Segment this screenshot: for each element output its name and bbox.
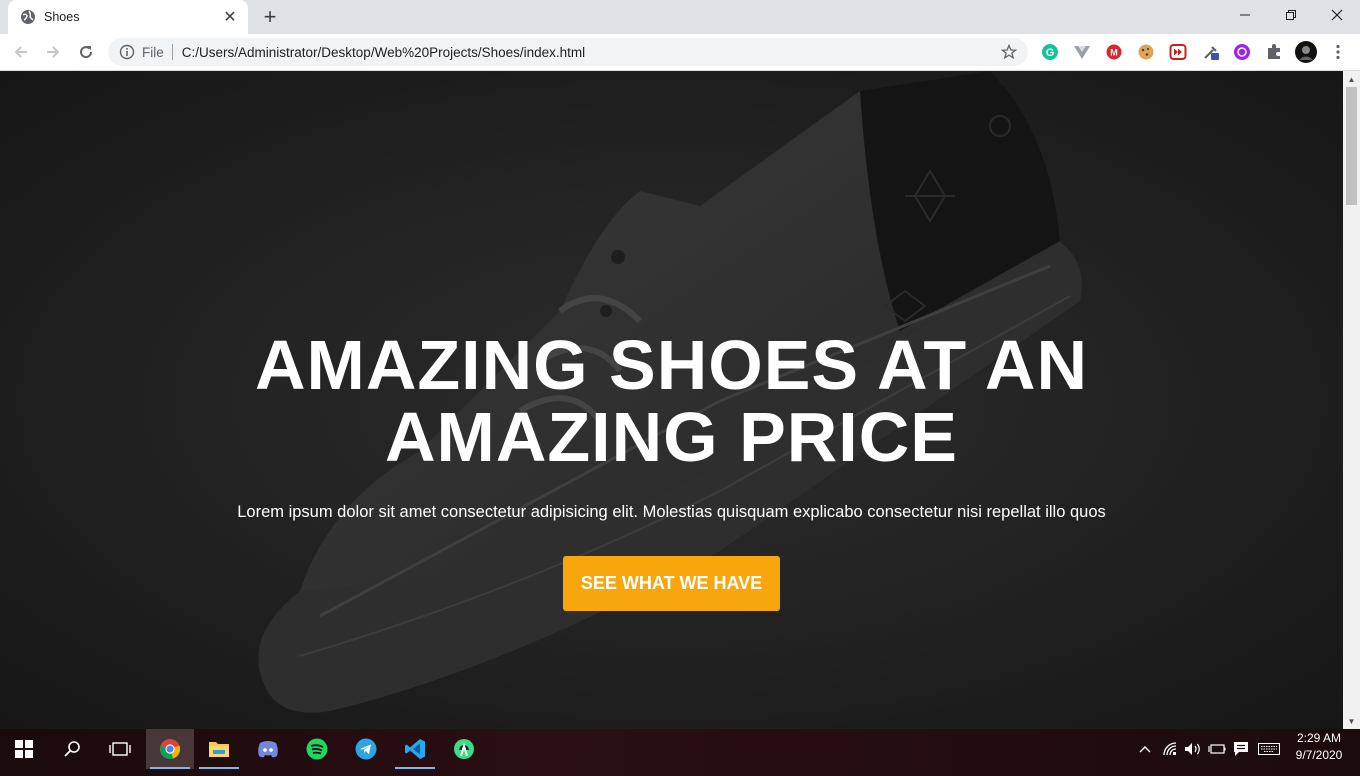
taskbar-chrome-icon[interactable] <box>146 729 194 769</box>
omnibox-divider <box>171 44 173 60</box>
system-clock[interactable]: 2:29 AM 9/7/2020 <box>1288 730 1350 764</box>
vue-devtools-icon[interactable] <box>1073 43 1091 61</box>
forward-arrow-icon[interactable] <box>38 37 68 67</box>
svg-text:M: M <box>1110 48 1118 58</box>
taskbar-spotify-icon[interactable] <box>293 729 341 769</box>
page-viewport: AMAZING SHOES AT AN AMAZING PRICE Lorem … <box>0 71 1343 729</box>
active-indicator <box>395 767 435 769</box>
windows-taskbar: 2:29 AM 9/7/2020 <box>0 729 1360 776</box>
profile-avatar[interactable] <box>1295 41 1317 63</box>
hero-section: AMAZING SHOES AT AN AMAZING PRICE Lorem … <box>0 329 1343 611</box>
url-text[interactable]: C:/Users/Administrator/Desktop/Web%20Pro… <box>182 45 994 60</box>
browser-toolbar: File C:/Users/Administrator/Desktop/Web%… <box>0 34 1360 71</box>
network-icon[interactable] <box>1160 737 1182 761</box>
cookie-icon[interactable] <box>1137 43 1155 61</box>
taskbar-vscode-icon[interactable] <box>391 729 439 769</box>
info-icon[interactable] <box>112 44 142 60</box>
scroll-down-arrow-icon[interactable]: ▼ <box>1343 713 1360 729</box>
active-indicator <box>150 767 190 769</box>
battery-power-icon[interactable] <box>1207 737 1227 761</box>
mega-icon[interactable]: M <box>1105 43 1123 61</box>
taskbar-file-explorer-icon[interactable] <box>195 729 243 769</box>
bookmark-star-icon[interactable] <box>994 44 1024 60</box>
scroll-up-arrow-icon[interactable]: ▲ <box>1343 71 1360 87</box>
clock-time: 2:29 AM <box>1296 731 1342 745</box>
clock-date: 9/7/2020 <box>1295 748 1343 762</box>
address-bar[interactable]: File C:/Users/Administrator/Desktop/Web%… <box>108 38 1028 66</box>
windows-start-icon[interactable] <box>0 729 48 769</box>
task-view-icon[interactable] <box>96 729 144 769</box>
taskbar-android-studio-icon[interactable] <box>440 729 488 769</box>
page-scrollbar[interactable]: ▲ ▼ <box>1343 71 1360 729</box>
grammarly-icon[interactable]: G <box>1041 43 1059 61</box>
minimize-icon[interactable] <box>1222 0 1268 30</box>
notifications-icon[interactable] <box>1231 737 1251 761</box>
globe-icon <box>20 9 36 25</box>
extensions-puzzle-icon[interactable] <box>1265 43 1283 61</box>
tab-close-icon[interactable]: ✕ <box>218 5 242 29</box>
search-icon[interactable] <box>48 729 96 769</box>
tab-strip: Shoes ✕ + <box>0 0 1360 34</box>
menu-kebab-icon[interactable] <box>1329 43 1347 61</box>
active-indicator <box>199 767 239 769</box>
new-tab-button[interactable]: + <box>256 4 284 29</box>
close-window-icon[interactable] <box>1314 0 1360 30</box>
scheme-label: File <box>142 44 164 60</box>
hero-title: AMAZING SHOES AT AN AMAZING PRICE <box>254 326 1089 476</box>
show-hidden-icons-chevron-icon[interactable] <box>1136 737 1154 761</box>
volume-icon[interactable] <box>1183 737 1203 761</box>
vpn-icon[interactable] <box>1233 43 1251 61</box>
back-arrow-icon[interactable] <box>6 37 36 67</box>
svg-text:G: G <box>1046 47 1055 59</box>
touch-keyboard-icon[interactable] <box>1256 737 1282 761</box>
browser-tab[interactable]: Shoes ✕ <box>8 0 248 34</box>
hero-subtitle: Lorem ipsum dolor sit amet consectetur a… <box>237 503 1106 521</box>
tab-title: Shoes <box>44 10 80 24</box>
reload-icon[interactable] <box>71 37 101 67</box>
video-speed-icon[interactable] <box>1169 43 1187 61</box>
see-what-we-have-button[interactable]: SEE WHAT WE HAVE <box>563 556 780 611</box>
taskbar-discord-icon[interactable] <box>244 729 292 769</box>
restore-icon[interactable] <box>1268 0 1314 30</box>
taskbar-telegram-icon[interactable] <box>342 729 390 769</box>
eyedropper-icon[interactable] <box>1202 43 1220 61</box>
scroll-thumb[interactable] <box>1346 87 1357 205</box>
